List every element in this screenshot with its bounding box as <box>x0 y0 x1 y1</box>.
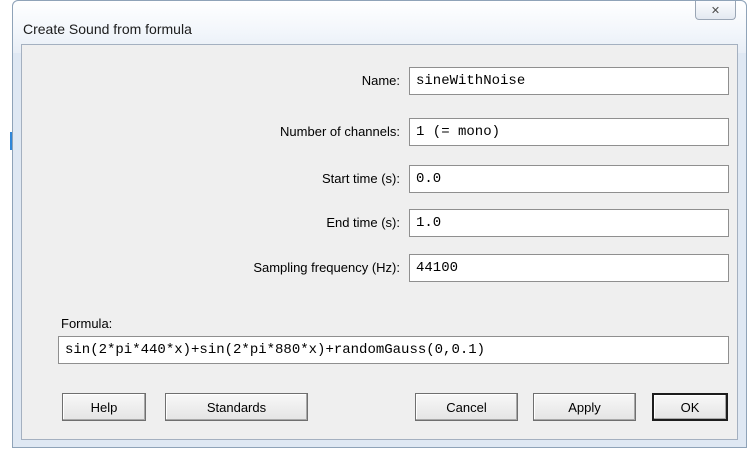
start-time-field[interactable]: 0.0 <box>409 165 729 193</box>
standards-button[interactable]: Standards <box>165 393 308 421</box>
dialog-window: Create Sound from formula ✕ Name: sineWi… <box>12 0 747 448</box>
channels-field[interactable]: 1 (= mono) <box>409 118 729 146</box>
channels-label: Number of channels: <box>280 124 400 139</box>
close-icon: ✕ <box>710 4 721 17</box>
cancel-button[interactable]: Cancel <box>415 393 518 421</box>
ok-button[interactable]: OK <box>652 393 728 421</box>
close-button[interactable]: ✕ <box>695 1 736 20</box>
name-field[interactable]: sineWithNoise <box>409 67 729 95</box>
end-time-field[interactable]: 1.0 <box>409 209 729 237</box>
name-label: Name: <box>361 73 400 88</box>
apply-button[interactable]: Apply <box>533 393 636 421</box>
dialog-body: Name: sineWithNoise Number of channels: … <box>21 44 738 440</box>
sampling-frequency-field[interactable]: 44100 <box>409 254 729 282</box>
formula-label: Formula: <box>61 316 113 331</box>
end-time-label: End time (s): <box>326 215 400 230</box>
sampling-frequency-label: Sampling frequency (Hz): <box>253 260 400 275</box>
window-title: Create Sound from formula <box>23 21 192 37</box>
formula-field[interactable]: sin(2*pi*440*x)+sin(2*pi*880*x)+randomGa… <box>58 336 729 364</box>
start-time-label: Start time (s): <box>321 171 400 186</box>
help-button[interactable]: Help <box>62 393 146 421</box>
